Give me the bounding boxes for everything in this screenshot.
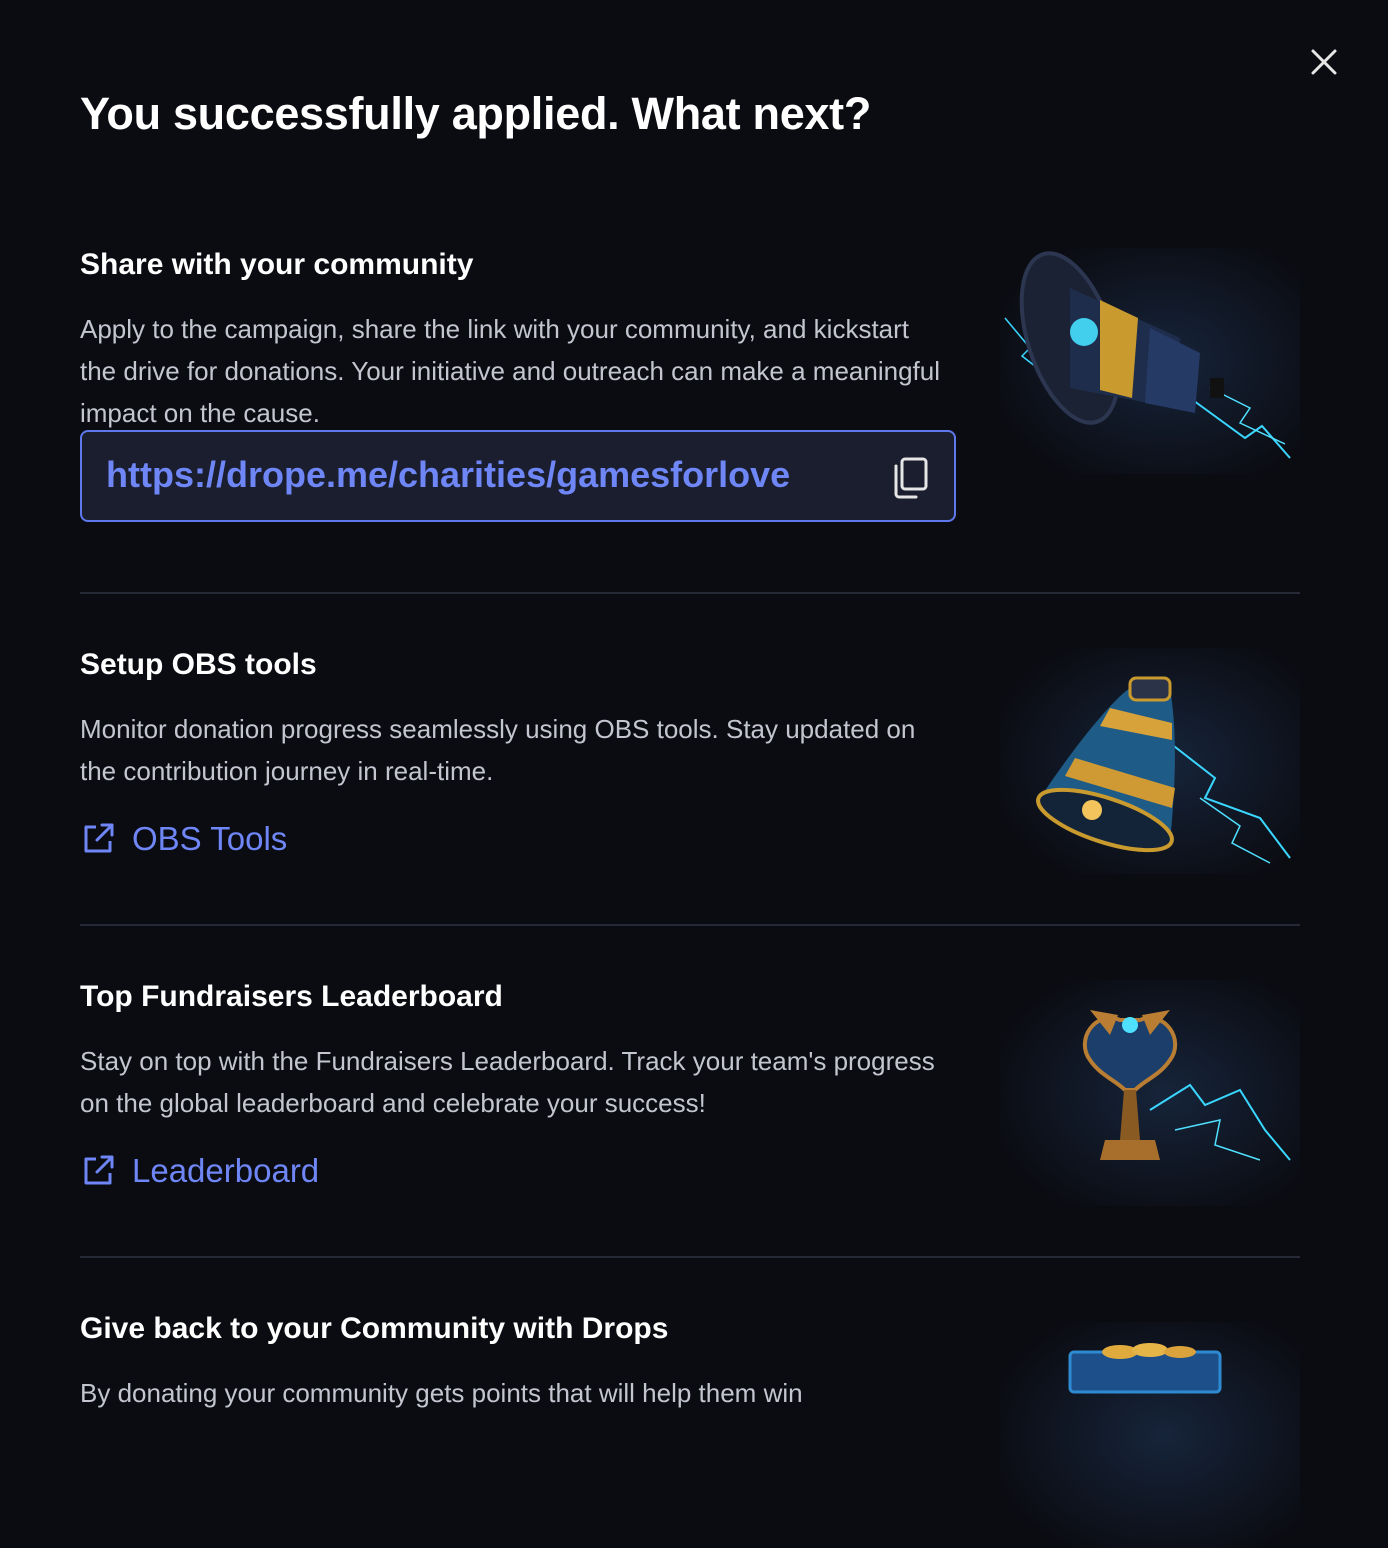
share-link-field[interactable]: https://drope.me/charities/gamesforlove bbox=[80, 430, 956, 522]
drops-description: By donating your community gets points t… bbox=[80, 1378, 803, 1408]
bell-illustration bbox=[1000, 648, 1300, 874]
divider bbox=[80, 924, 1300, 926]
divider bbox=[80, 592, 1300, 594]
leaderboard-section: Top Fundraisers Leaderboard Stay on top … bbox=[80, 980, 1300, 1206]
share-description: Apply to the campaign, share the link wi… bbox=[80, 314, 940, 428]
obs-section: Setup OBS tools Monitor donation progres… bbox=[80, 648, 1300, 874]
modal-title: You successfully applied. What next? bbox=[80, 88, 872, 139]
drops-section: Give back to your Community with Drops B… bbox=[80, 1312, 1300, 1548]
external-link-icon bbox=[84, 1155, 114, 1185]
treasure-illustration bbox=[1000, 1322, 1300, 1548]
close-icon[interactable] bbox=[1304, 42, 1344, 82]
megaphone-illustration bbox=[1000, 248, 1300, 474]
copy-icon[interactable] bbox=[890, 456, 930, 500]
share-link-text[interactable]: https://drope.me/charities/gamesforlove bbox=[106, 454, 866, 496]
share-section: Share with your community Apply to the c… bbox=[80, 248, 1300, 522]
obs-description: Monitor donation progress seamlessly usi… bbox=[80, 714, 916, 786]
leaderboard-link[interactable]: Leaderboard bbox=[80, 1152, 319, 1190]
trophy-illustration bbox=[1000, 980, 1300, 1206]
divider bbox=[80, 1256, 1300, 1258]
obs-tools-link-label[interactable]: OBS Tools bbox=[132, 820, 287, 858]
external-link-icon bbox=[84, 823, 114, 853]
obs-tools-link[interactable]: OBS Tools bbox=[80, 820, 287, 858]
leaderboard-link-label[interactable]: Leaderboard bbox=[132, 1152, 319, 1190]
leaderboard-description: Stay on top with the Fundraisers Leaderb… bbox=[80, 1046, 935, 1118]
